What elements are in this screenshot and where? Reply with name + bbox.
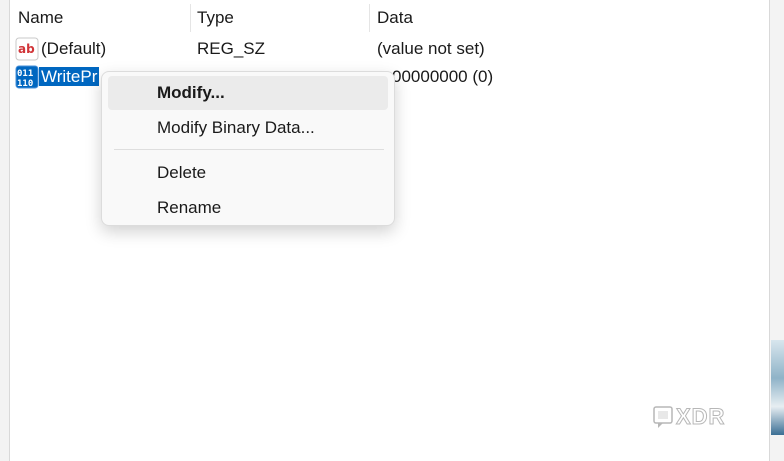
menu-item-modify-binary-data[interactable]: Modify Binary Data... [108, 111, 388, 145]
value-data: 00000000 (0) [392, 67, 494, 86]
context-menu: Modify... Modify Binary Data... Delete R… [101, 71, 395, 226]
menu-item-label: Delete [157, 163, 207, 182]
svg-text:ab: ab [18, 42, 35, 56]
menu-item-rename[interactable]: Rename [108, 191, 388, 225]
xda-logo-icon [653, 406, 673, 428]
registry-values-list[interactable]: Name Type Data ab (Default) REG_SZ (valu… [10, 0, 769, 461]
value-type: REG_SZ [197, 39, 266, 58]
column-header-data[interactable]: Data [377, 0, 757, 34]
menu-item-label: Modify... [157, 83, 225, 102]
column-divider[interactable] [190, 4, 191, 32]
column-header-type[interactable]: Type [197, 0, 367, 34]
string-value-icon: ab [15, 37, 39, 61]
menu-item-delete[interactable]: Delete [108, 156, 388, 190]
value-data: (value not set) [377, 39, 485, 58]
background-window-edge [771, 340, 784, 435]
menu-item-label: Modify Binary Data... [157, 118, 315, 137]
binary-value-icon: 011 110 [15, 65, 39, 89]
svg-text:110: 110 [17, 79, 33, 89]
left-pane-edge [0, 0, 10, 461]
column-header-name[interactable]: Name [18, 0, 190, 34]
svg-text:011: 011 [17, 69, 33, 79]
value-name: WritePr [39, 63, 100, 91]
selected-value-name: WritePr [39, 67, 100, 86]
column-divider[interactable] [369, 4, 370, 32]
menu-item-label: Rename [157, 198, 222, 217]
menu-item-modify[interactable]: Modify... [108, 76, 388, 110]
menu-separator [114, 149, 384, 150]
watermark-text: XDR [675, 404, 726, 430]
value-name: (Default) [41, 39, 107, 58]
registry-value-row[interactable]: ab (Default) REG_SZ (value not set) [10, 35, 769, 63]
